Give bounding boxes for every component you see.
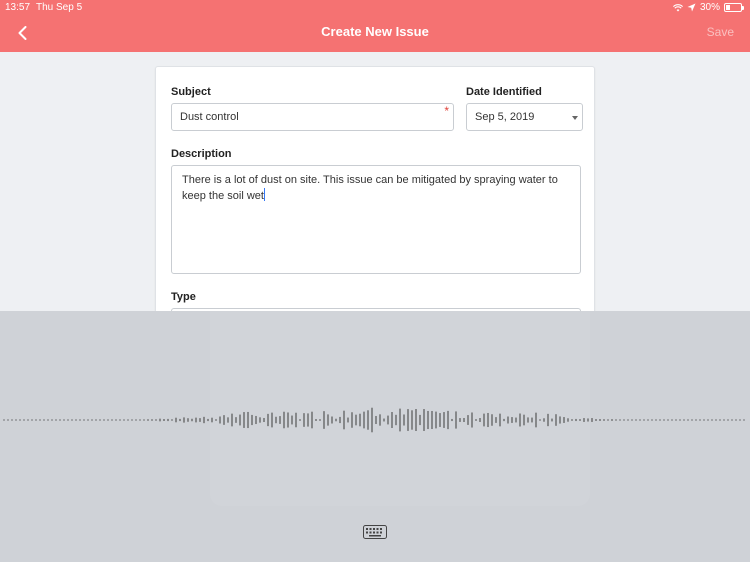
status-indicators: 30%: [673, 2, 744, 13]
subject-input[interactable]: Dust control *: [171, 103, 454, 131]
type-label: Type: [171, 291, 196, 303]
location-icon: [687, 3, 696, 12]
subject-label: Subject: [171, 86, 211, 98]
dictation-panel: [0, 311, 750, 562]
date-value: Sep 5, 2019: [475, 111, 535, 123]
date-identified-select[interactable]: Sep 5, 2019: [466, 103, 583, 131]
app-header: 13:57 Thu Sep 5 30% Create New Issue Sav…: [0, 0, 750, 52]
keyboard-icon[interactable]: [363, 525, 387, 539]
battery-percent: 30%: [699, 2, 720, 13]
status-time: 13:57: [5, 2, 31, 13]
subject-value: Dust control: [180, 111, 239, 123]
description-value: There is a lot of dust on site. This iss…: [182, 174, 558, 202]
dropdown-caret-icon: [572, 116, 578, 120]
battery-icon: [724, 3, 744, 12]
required-marker: *: [444, 104, 449, 118]
description-textarea[interactable]: There is a lot of dust on site. This iss…: [171, 165, 581, 274]
date-identified-label: Date Identified: [466, 86, 542, 98]
text-cursor: [263, 188, 265, 201]
dictation-waveform: [3, 407, 745, 433]
wifi-icon: [673, 3, 683, 11]
page-title: Create New Issue: [321, 24, 429, 39]
status-date: Thu Sep 5: [36, 2, 83, 13]
description-label: Description: [171, 148, 232, 160]
issue-form-card: Subject Dust control * Date Identified S…: [155, 66, 595, 326]
save-button[interactable]: Save: [707, 25, 734, 39]
